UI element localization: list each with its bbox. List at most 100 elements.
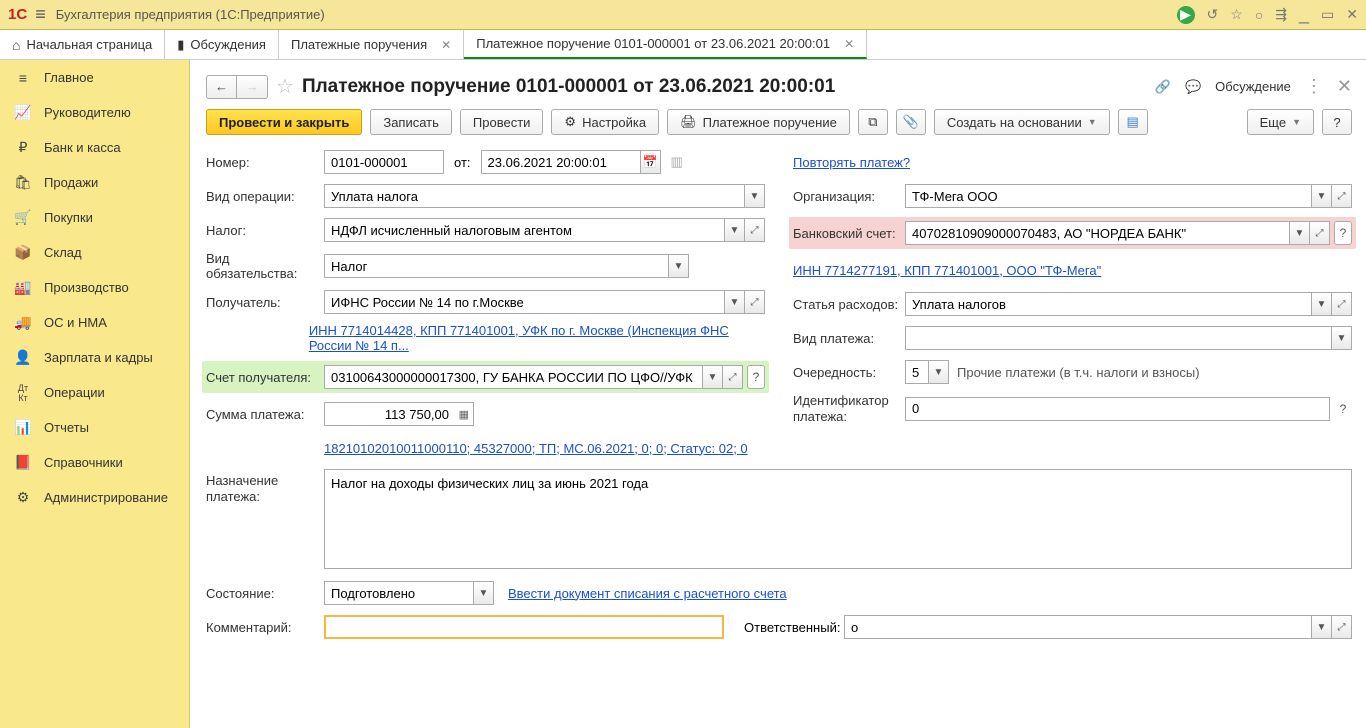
number-input[interactable]: 0101-000001 [324,150,444,174]
sidebar-item-manager[interactable]: 📈Руководителю [0,95,189,130]
dropdown-icon[interactable]: ▼ [725,290,745,314]
open-ref-icon[interactable]: ⤢ [1332,615,1352,639]
tax-input[interactable]: НДФЛ исчисленный налоговым агентом [324,218,725,242]
dropdown-icon[interactable]: ▼ [474,581,494,605]
dropdown-icon[interactable]: ▼ [1332,326,1352,350]
help-icon[interactable]: ? [1334,397,1352,421]
tab-discussions[interactable]: ▮ Обсуждения [165,30,279,59]
services-icon[interactable]: ○ [1255,7,1263,23]
tab-payment-orders[interactable]: Платежные поручения ✕ [279,30,464,59]
tab-home[interactable]: ⌂ Начальная страница [0,30,165,59]
identifier-input[interactable]: 0 [905,397,1330,421]
sidebar-item-catalogs[interactable]: 📕Справочники [0,445,189,480]
enter-writeoff-link[interactable]: Ввести документ списания с расчетного сч… [508,586,787,601]
sidebar-item-purchases[interactable]: 🛒Покупки [0,200,189,235]
close-window-icon[interactable]: ✕ [1346,6,1358,23]
purpose-textarea[interactable] [324,469,1352,569]
recipient-input[interactable]: ИФНС России № 14 по г.Москве [324,290,725,314]
org-details-link[interactable]: ИНН 7714277191, КПП 771401001, ООО "ТФ-М… [793,263,1101,278]
org-label: Организация: [793,189,905,204]
more-menu-icon[interactable]: ⋮ [1305,76,1323,97]
state-input[interactable]: Подготовлено [324,581,474,605]
app-title: Бухгалтерия предприятия (1С:Предприятие) [56,7,325,22]
sidebar-item-assets[interactable]: 🚚ОС и НМА [0,305,189,340]
help-icon[interactable]: ? [1334,221,1352,245]
discussion-link[interactable]: Обсуждение [1215,79,1291,94]
payment-type-input[interactable] [905,326,1332,350]
write-button[interactable]: Записать [370,109,452,135]
responsible-input[interactable]: о [844,615,1312,639]
sidebar-item-operations[interactable]: ДтКтОперации [0,375,189,410]
close-icon[interactable]: ✕ [844,37,854,51]
create-based-button[interactable]: Создать на основании▼ [934,109,1110,135]
open-ref-icon[interactable]: ⤢ [1332,184,1352,208]
sidebar-item-production[interactable]: 🏭Производство [0,270,189,305]
sidebar-item-bank[interactable]: ₽Банк и касса [0,130,189,165]
minimize-icon[interactable]: _ [1299,4,1309,25]
help-button[interactable]: ? [1322,109,1352,135]
open-ref-icon[interactable]: ⤢ [723,365,743,389]
open-ref-icon[interactable]: ⤢ [1310,221,1330,245]
sidebar-item-warehouse[interactable]: 📦Склад [0,235,189,270]
post-close-button[interactable]: Провести и закрыть [206,109,362,135]
discuss-icon[interactable]: 💬 [1185,79,1201,95]
header-actions: 🔗 💬 Обсуждение ⋮ ✕ [1155,76,1352,97]
link-icon[interactable]: 🔗 [1155,79,1171,95]
recipient-account-input[interactable]: 03100643000000017300, ГУ БАНКА РОССИИ ПО… [324,365,703,389]
help-icon[interactable]: ? [747,365,765,389]
back-button[interactable]: ← [207,76,237,98]
calendar-icon[interactable]: 📅 [641,150,661,174]
dropdown-icon[interactable]: ▼ [703,365,723,389]
dropdown-icon[interactable]: ▼ [725,218,745,242]
sidebar-item-reports[interactable]: 📊Отчеты [0,410,189,445]
dropdown-icon[interactable]: ▼ [1312,184,1332,208]
recipient-details-link[interactable]: ИНН 7714014428, КПП 771401001, УФК по г.… [309,323,765,353]
gear-icon: ⚙ [14,489,32,506]
doc-status-icon[interactable]: ▥ [671,154,683,170]
organization-input[interactable]: ТФ-Мега ООО [905,184,1312,208]
settings-button[interactable]: ⚙Настройка [551,109,659,135]
notifications-icon[interactable]: ▶ [1177,6,1195,24]
dropdown-icon[interactable]: ▼ [1312,615,1332,639]
sidebar-item-main[interactable]: ≡Главное [0,60,189,95]
more-button[interactable]: Еще▼ [1247,109,1314,135]
dropdown-icon[interactable]: ▼ [745,184,765,208]
sidebar-item-salary[interactable]: 👤Зарплата и кадры [0,340,189,375]
sidebar-item-admin[interactable]: ⚙Администрирование [0,480,189,515]
exp-item-label: Статья расходов: [793,297,905,312]
repeat-payment-link[interactable]: Повторять платеж? [793,155,910,170]
expense-item-input[interactable]: Уплата налогов [905,292,1312,316]
comment-input[interactable] [324,615,724,639]
filter-icon[interactable]: ⇶ [1275,6,1287,23]
close-form-icon[interactable]: ✕ [1337,76,1352,97]
open-ref-icon[interactable]: ⤢ [1332,292,1352,316]
favorite-star-icon[interactable]: ☆ [276,74,294,99]
main-menu-icon[interactable]: ≡ [35,4,46,25]
forward-button[interactable]: → [237,76,267,98]
print-button[interactable]: 🖨Платежное поручение [667,109,850,135]
close-icon[interactable]: ✕ [441,38,451,52]
dropdown-icon[interactable]: ▼ [1290,221,1310,245]
open-ref-icon[interactable]: ⤢ [745,218,765,242]
kbk-link[interactable]: 18210102010011000110; 45327000; ТП; МС.0… [324,441,748,456]
open-ref-icon[interactable]: ⤢ [745,290,765,314]
calculator-icon[interactable]: ▦ [459,408,469,421]
dropdown-icon[interactable]: ▼ [669,254,689,278]
dropdown-icon[interactable]: ▼ [929,360,949,384]
dropdown-icon[interactable]: ▼ [1312,292,1332,316]
sidebar-item-sales[interactable]: 🛍Продажи [0,165,189,200]
history-icon[interactable]: ↺ [1207,6,1219,23]
post-button[interactable]: Провести [460,109,544,135]
oblig-input[interactable]: Налог [324,254,669,278]
op-type-input[interactable]: Уплата налога [324,184,745,208]
priority-input[interactable]: 5 [905,360,929,384]
bank-account-input[interactable]: 40702810909000070483, АО "НОРДЕА БАНК" [905,221,1290,245]
date-input[interactable]: 23.06.2021 20:00:01 [481,150,641,174]
favorite-icon[interactable]: ☆ [1230,6,1243,23]
attach-button[interactable]: 📎 [896,109,926,135]
tab-current-document[interactable]: Платежное поручение 0101-000001 от 23.06… [464,30,867,59]
maximize-icon[interactable]: ▭ [1321,6,1334,23]
list-button[interactable]: ▤ [1118,109,1148,135]
sum-input[interactable]: 113 750,00 ▦ [324,402,474,426]
struct-button[interactable]: ⧉ [858,109,888,135]
